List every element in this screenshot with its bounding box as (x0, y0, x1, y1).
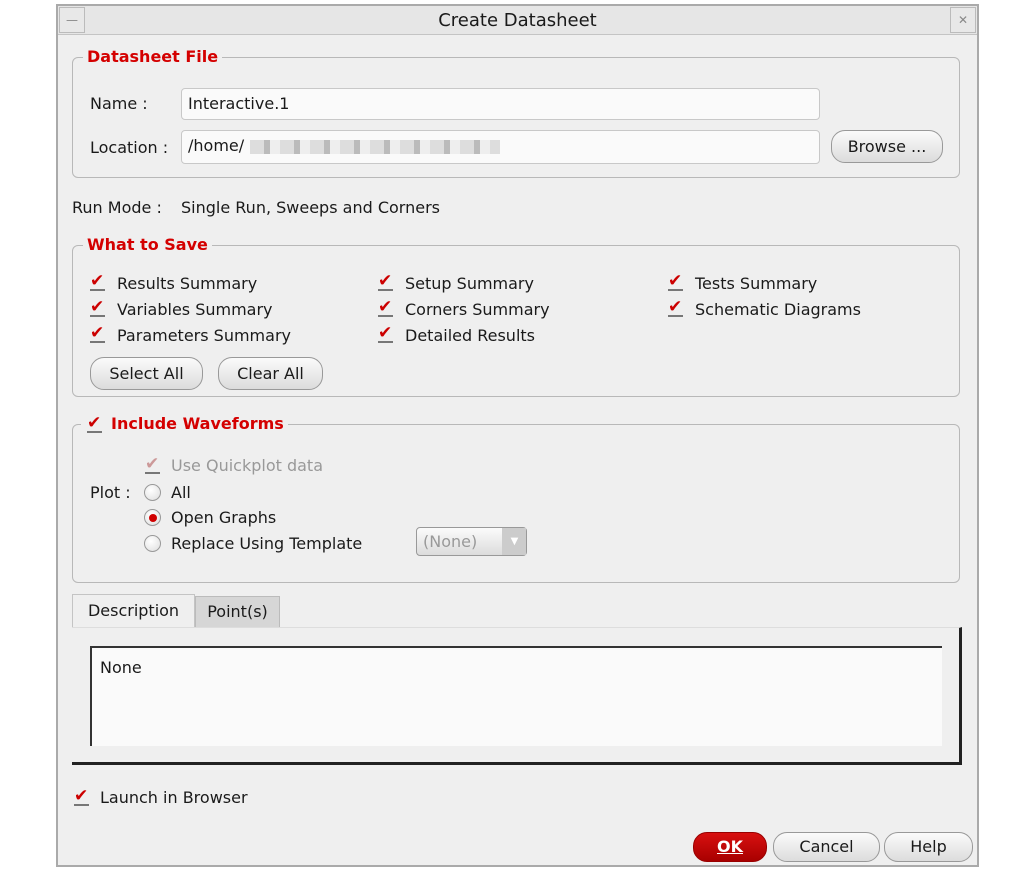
tab-points[interactable]: Point(s) (195, 596, 280, 628)
schematic-diagrams-label: Schematic Diagrams (695, 300, 861, 319)
setup-summary-label: Setup Summary (405, 274, 534, 293)
plot-replace-template-label: Replace Using Template (171, 534, 363, 553)
location-input[interactable]: /home/ (181, 130, 820, 164)
what-to-save-group: What to Save Results Summary Variables S… (72, 235, 960, 397)
results-summary-checkbox[interactable] (90, 271, 105, 291)
title-bar: — Create Datasheet ✕ (58, 6, 977, 35)
create-datasheet-dialog: — Create Datasheet ✕ Datasheet File Name… (56, 4, 979, 867)
run-mode-label: Run Mode : (72, 198, 162, 217)
group-title: Datasheet File (83, 47, 223, 67)
name-label: Name : (90, 94, 148, 113)
plot-label: Plot : (90, 483, 131, 502)
clear-all-button[interactable]: Clear All (218, 357, 323, 390)
template-value: (None) (423, 532, 478, 551)
plot-all-label: All (171, 483, 191, 502)
chevron-down-icon: ▼ (502, 528, 526, 555)
datasheet-file-group: Datasheet File Name : Interactive.1 Loca… (72, 47, 960, 178)
include-waveforms-group: Include Waveforms Use Quickplot data Plo… (72, 413, 960, 583)
run-mode-value: Single Run, Sweeps and Corners (181, 198, 440, 217)
select-all-button[interactable]: Select All (90, 357, 203, 390)
corners-summary-checkbox[interactable] (378, 297, 393, 317)
parameters-summary-label: Parameters Summary (117, 326, 291, 345)
help-button[interactable]: Help (884, 832, 973, 862)
plot-all-radio[interactable] (144, 484, 161, 501)
variables-summary-label: Variables Summary (117, 300, 273, 319)
plot-open-graphs-label: Open Graphs (171, 508, 277, 527)
parameters-summary-checkbox[interactable] (90, 323, 105, 343)
corners-summary-label: Corners Summary (405, 300, 550, 319)
close-icon[interactable]: ✕ (950, 7, 976, 33)
redacted-path (250, 139, 501, 154)
tests-summary-label: Tests Summary (695, 274, 818, 293)
detailed-results-label: Detailed Results (405, 326, 535, 345)
detailed-results-checkbox[interactable] (378, 323, 393, 343)
setup-summary-checkbox[interactable] (378, 271, 393, 291)
variables-summary-checkbox[interactable] (90, 297, 105, 317)
plot-open-graphs-radio[interactable] (144, 509, 161, 526)
group-title: Include Waveforms (81, 414, 288, 434)
include-waveforms-checkbox[interactable] (87, 413, 102, 433)
results-summary-label: Results Summary (117, 274, 258, 293)
use-quickplot-checkbox (145, 454, 160, 474)
tests-summary-checkbox[interactable] (668, 271, 683, 291)
location-label: Location : (90, 138, 169, 157)
cancel-button[interactable]: Cancel (773, 832, 880, 862)
use-quickplot-label: Use Quickplot data (171, 456, 324, 475)
location-value: /home/ (188, 136, 245, 155)
ok-button[interactable]: OK (693, 832, 767, 862)
ok-label: OK (717, 837, 743, 856)
browse-button[interactable]: Browse ... (831, 130, 943, 163)
schematic-diagrams-checkbox[interactable] (668, 297, 683, 317)
dialog-title: Create Datasheet (438, 10, 597, 31)
launch-in-browser-label: Launch in Browser (100, 788, 248, 807)
name-input[interactable]: Interactive.1 (181, 88, 820, 120)
launch-in-browser-checkbox[interactable] (74, 786, 89, 806)
template-dropdown[interactable]: (None) ▼ (416, 527, 527, 556)
plot-replace-template-radio[interactable] (144, 535, 161, 552)
tab-panel: None (72, 627, 962, 765)
group-title: What to Save (83, 235, 212, 255)
description-textarea[interactable]: None (90, 646, 942, 746)
tab-description[interactable]: Description (72, 594, 195, 628)
